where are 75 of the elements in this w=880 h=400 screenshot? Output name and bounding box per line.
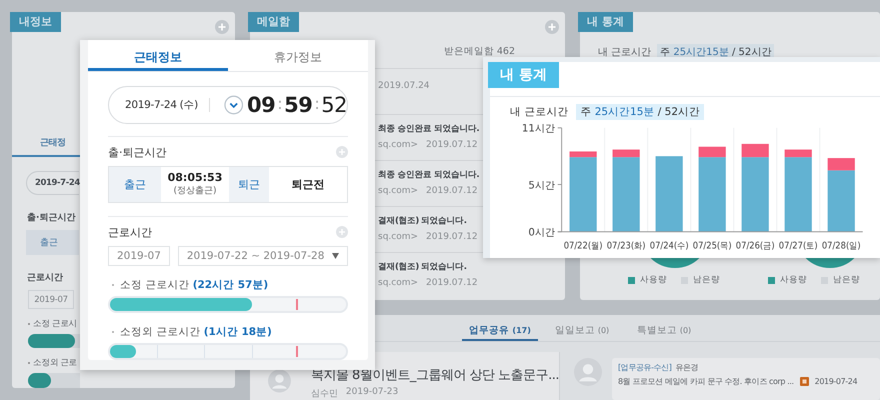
month-field[interactable]: 2019-07 [28, 290, 74, 309]
clock-in-status: (정상출근) [173, 185, 217, 198]
mail-subject[interactable]: 최종 승인완료 되었습니다. [378, 169, 480, 181]
mail-sender: sq.com> [378, 140, 418, 150]
mail-date: 2019.07.12 [426, 232, 478, 242]
time-display: 09$^{:}$59$^{:}$52 [247, 92, 347, 117]
axis-tick-label: 07/26(금) [736, 240, 779, 252]
post-author: 심수민 [310, 388, 338, 400]
mail-date: 2019.07.24 [378, 81, 430, 91]
axis-tick-label: 07/28(일) [822, 240, 865, 252]
card-title: 메일함 [248, 12, 299, 32]
axis-tick-label: 07/24(수) [650, 240, 693, 252]
axis-tick-label: 07/22(월) [564, 240, 606, 252]
tab[interactable]: 휴가정보 [228, 40, 368, 72]
feed-author: 유은경 [676, 362, 698, 373]
mail-sender: sq.com> [378, 186, 418, 196]
legend-label: 남은량 [693, 274, 720, 286]
section-title: 출·퇴근시간 [27, 212, 76, 224]
stat-summary: 주 25시간15분 / 52시간 [576, 104, 704, 120]
mail-subject[interactable]: 결재(협조) 되었습니다. [378, 261, 466, 273]
range-dropdown[interactable]: 2019-07-22 ~ 2019-07-28 [178, 246, 348, 266]
mail-sender: sq.com> [378, 278, 418, 288]
mail-date: 2019.07.12 [426, 278, 478, 288]
axis-tick-label: 11시간 [522, 124, 555, 135]
bar-label: 소정외 근로 [33, 357, 78, 370]
clock-in-time: 08:05:53 [168, 171, 222, 184]
feed-tag: [업무공유-수신] [618, 362, 672, 373]
axis-tick-label: 5시간 [528, 180, 555, 192]
tab[interactable]: 업무공유 (17) [462, 315, 538, 341]
month-field[interactable]: 2019-07 [108, 246, 170, 266]
mail-date: 2019.07.12 [426, 140, 478, 150]
stat-label: 내 근로시간 [598, 46, 652, 59]
caret-icon [332, 252, 339, 259]
section-title: 근로시간 [27, 272, 63, 284]
bar-label: 소정 근로시간 (22시간 57분) [120, 278, 268, 292]
mail-sender: sq.com> [378, 232, 418, 242]
card-title: 내정보 [10, 12, 61, 32]
date-field: 2019-7-24 [26, 171, 79, 195]
stat-label: 내 근로시간 [510, 105, 568, 119]
axis-tick-label: 07/23(화) [606, 240, 650, 252]
marker-icon [800, 377, 809, 386]
card-title: 내 통계 [578, 12, 633, 32]
tab[interactable]: 특별보고 (0) [626, 315, 702, 341]
feed-text[interactable]: 8월 프로모션 메일에 카피 문구 수정. 후이즈 corp ... [618, 376, 794, 387]
table-cell-text: 퇴근전 [290, 176, 326, 193]
legend-label: 사용량 [640, 274, 667, 286]
date-text: 2019-7-24 (수) [125, 98, 199, 112]
legend-label: 남은량 [833, 274, 860, 286]
section-title: 근로시간 [108, 224, 152, 240]
plus-icon[interactable] [545, 20, 559, 34]
axis-tick-label: 07/27(토) [778, 240, 822, 252]
mail-subject[interactable]: 최종 승인완료 되었습니다. [378, 123, 480, 135]
table-cell: 출근 [109, 166, 161, 202]
post-date: 2019-07-23 [346, 387, 398, 399]
section-title: 출·퇴근시간 [108, 144, 166, 160]
chevron-down-icon[interactable] [224, 94, 243, 115]
plus-icon[interactable] [215, 20, 229, 34]
table-cell: 퇴근 [229, 166, 269, 202]
bar-label: 소정 근로시 [33, 318, 78, 330]
post-title[interactable]: 복지몰 8월이벤트_그룹웨어 상단 노출문구... [310, 366, 559, 384]
axis-tick-label: 0시간 [528, 228, 555, 239]
feed-date: 2019-07-24 [814, 377, 858, 386]
mail-date: 2019.07.12 [426, 186, 478, 196]
avatar-icon [574, 358, 602, 386]
card-title: 내 통계 [488, 62, 559, 88]
clock-in-cell: 출근 [26, 230, 79, 256]
legend-label: 사용량 [780, 274, 807, 286]
tab[interactable]: 일일보고 (0) [544, 315, 620, 341]
mail-subject[interactable]: 결재(협조) 되었습니다. [378, 215, 466, 227]
plus-icon[interactable] [336, 146, 348, 158]
axis-tick-label: 07/25(목) [692, 240, 736, 252]
plus-icon[interactable] [336, 226, 348, 238]
inbox-count[interactable]: 받은메일함 462 [444, 45, 515, 58]
bar-label: 소정외 근로시간 (1시간 18분) [120, 324, 272, 339]
tab[interactable]: 근태정보 [88, 40, 228, 72]
